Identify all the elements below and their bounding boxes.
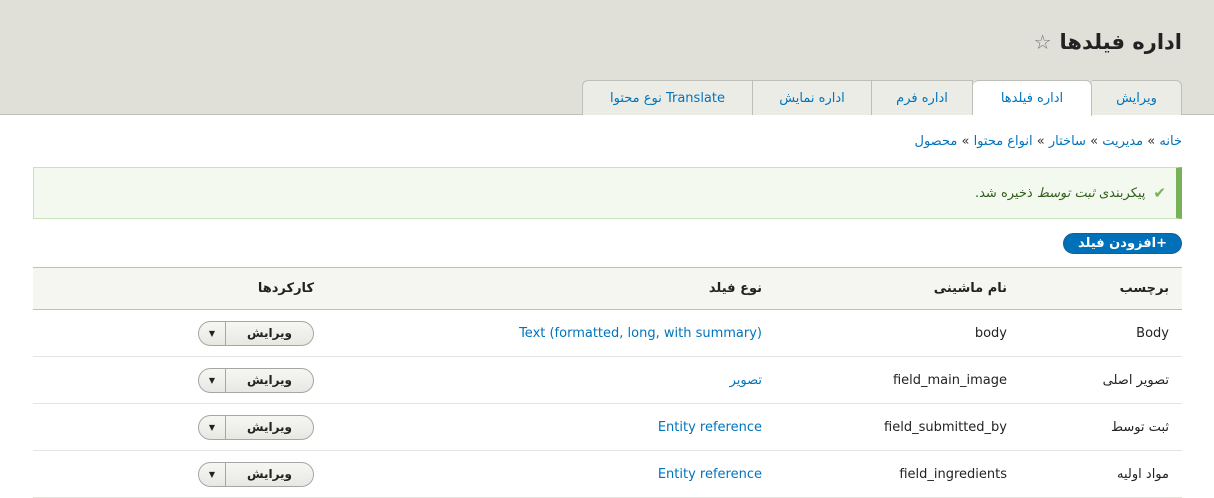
page-header: اداره فیلدها ☆ ویرایش اداره فیلدها اداره… — [0, 0, 1214, 116]
status-message: ✔ پیکربندی ثبت توسط ذخیره شد. — [33, 167, 1182, 219]
tab-edit[interactable]: ویرایش — [1092, 80, 1182, 115]
col-operations: کارکردها — [33, 267, 327, 310]
field-label: مواد اولیه — [1020, 450, 1182, 498]
col-label: برچسب — [1020, 267, 1182, 310]
tab-manage-form[interactable]: اداره فرم — [872, 80, 973, 115]
table-row: تصویر اصلی field_main_image تصویر ویرایش… — [33, 356, 1182, 404]
add-field-button[interactable]: +افزودن فیلد — [1063, 233, 1182, 254]
fields-table: برچسب نام ماشینی نوع فیلد کارکردها Body … — [33, 267, 1182, 498]
table-row: مواد اولیه field_ingredients Entity refe… — [33, 450, 1182, 498]
operations-dropbutton: ویرایش ▼ — [198, 367, 314, 393]
page-title: اداره فیلدها ☆ — [1033, 30, 1182, 54]
dropdown-arrow-icon[interactable]: ▼ — [199, 369, 225, 392]
field-type-link[interactable]: Entity reference — [658, 420, 762, 435]
edit-button[interactable]: ویرایش — [225, 368, 313, 392]
field-type-link[interactable]: تصویر — [730, 373, 762, 388]
status-message-text: پیکربندی ثبت توسط ذخیره شد. — [974, 185, 1146, 201]
field-type-link[interactable]: Text (formatted, long, with summary) — [519, 326, 762, 341]
operations-dropbutton: ویرایش ▼ — [198, 414, 314, 440]
field-type-link[interactable]: Entity reference — [658, 467, 762, 482]
col-machine-name: نام ماشینی — [775, 267, 1020, 310]
tab-manage-fields[interactable]: اداره فیلدها — [973, 80, 1092, 116]
table-row: ثبت توسط field_submitted_by Entity refer… — [33, 403, 1182, 451]
star-icon[interactable]: ☆ — [1034, 30, 1052, 54]
breadcrumb-home[interactable]: خانه — [1159, 134, 1182, 149]
breadcrumb: خانه » مدیریت » ساختار » انواع محتوا » م… — [914, 134, 1182, 149]
field-label: ثبت توسط — [1020, 403, 1182, 451]
field-machine-name: body — [775, 309, 1020, 357]
table-row: Body body Text (formatted, long, with su… — [33, 309, 1182, 357]
dropdown-arrow-icon[interactable]: ▼ — [199, 416, 225, 439]
tab-manage-display[interactable]: اداره نمایش — [753, 80, 872, 115]
dropdown-arrow-icon[interactable]: ▼ — [199, 463, 225, 486]
field-label: تصویر اصلی — [1020, 356, 1182, 404]
tabs: ویرایش اداره فیلدها اداره فرم اداره نمای… — [582, 80, 1182, 116]
field-label: Body — [1020, 309, 1182, 357]
edit-button[interactable]: ویرایش — [225, 321, 313, 345]
breadcrumb-structure[interactable]: ساختار — [1049, 134, 1086, 149]
check-icon: ✔ — [1153, 184, 1166, 202]
dropdown-arrow-icon[interactable]: ▼ — [199, 322, 225, 345]
edit-button[interactable]: ویرایش — [225, 462, 313, 486]
field-machine-name: field_main_image — [775, 356, 1020, 404]
edit-button[interactable]: ویرایش — [225, 415, 313, 439]
tab-translate[interactable]: Translate نوع محتوا — [582, 80, 753, 115]
operations-dropbutton: ویرایش ▼ — [198, 320, 314, 346]
breadcrumb-admin[interactable]: مدیریت — [1102, 134, 1143, 149]
breadcrumb-content-types[interactable]: انواع محتوا — [974, 134, 1033, 149]
field-machine-name: field_submitted_by — [775, 403, 1020, 451]
operations-dropbutton: ویرایش ▼ — [198, 461, 314, 487]
field-machine-name: field_ingredients — [775, 450, 1020, 498]
breadcrumb-product[interactable]: محصول — [915, 134, 958, 149]
col-field-type: نوع فیلد — [327, 267, 775, 310]
